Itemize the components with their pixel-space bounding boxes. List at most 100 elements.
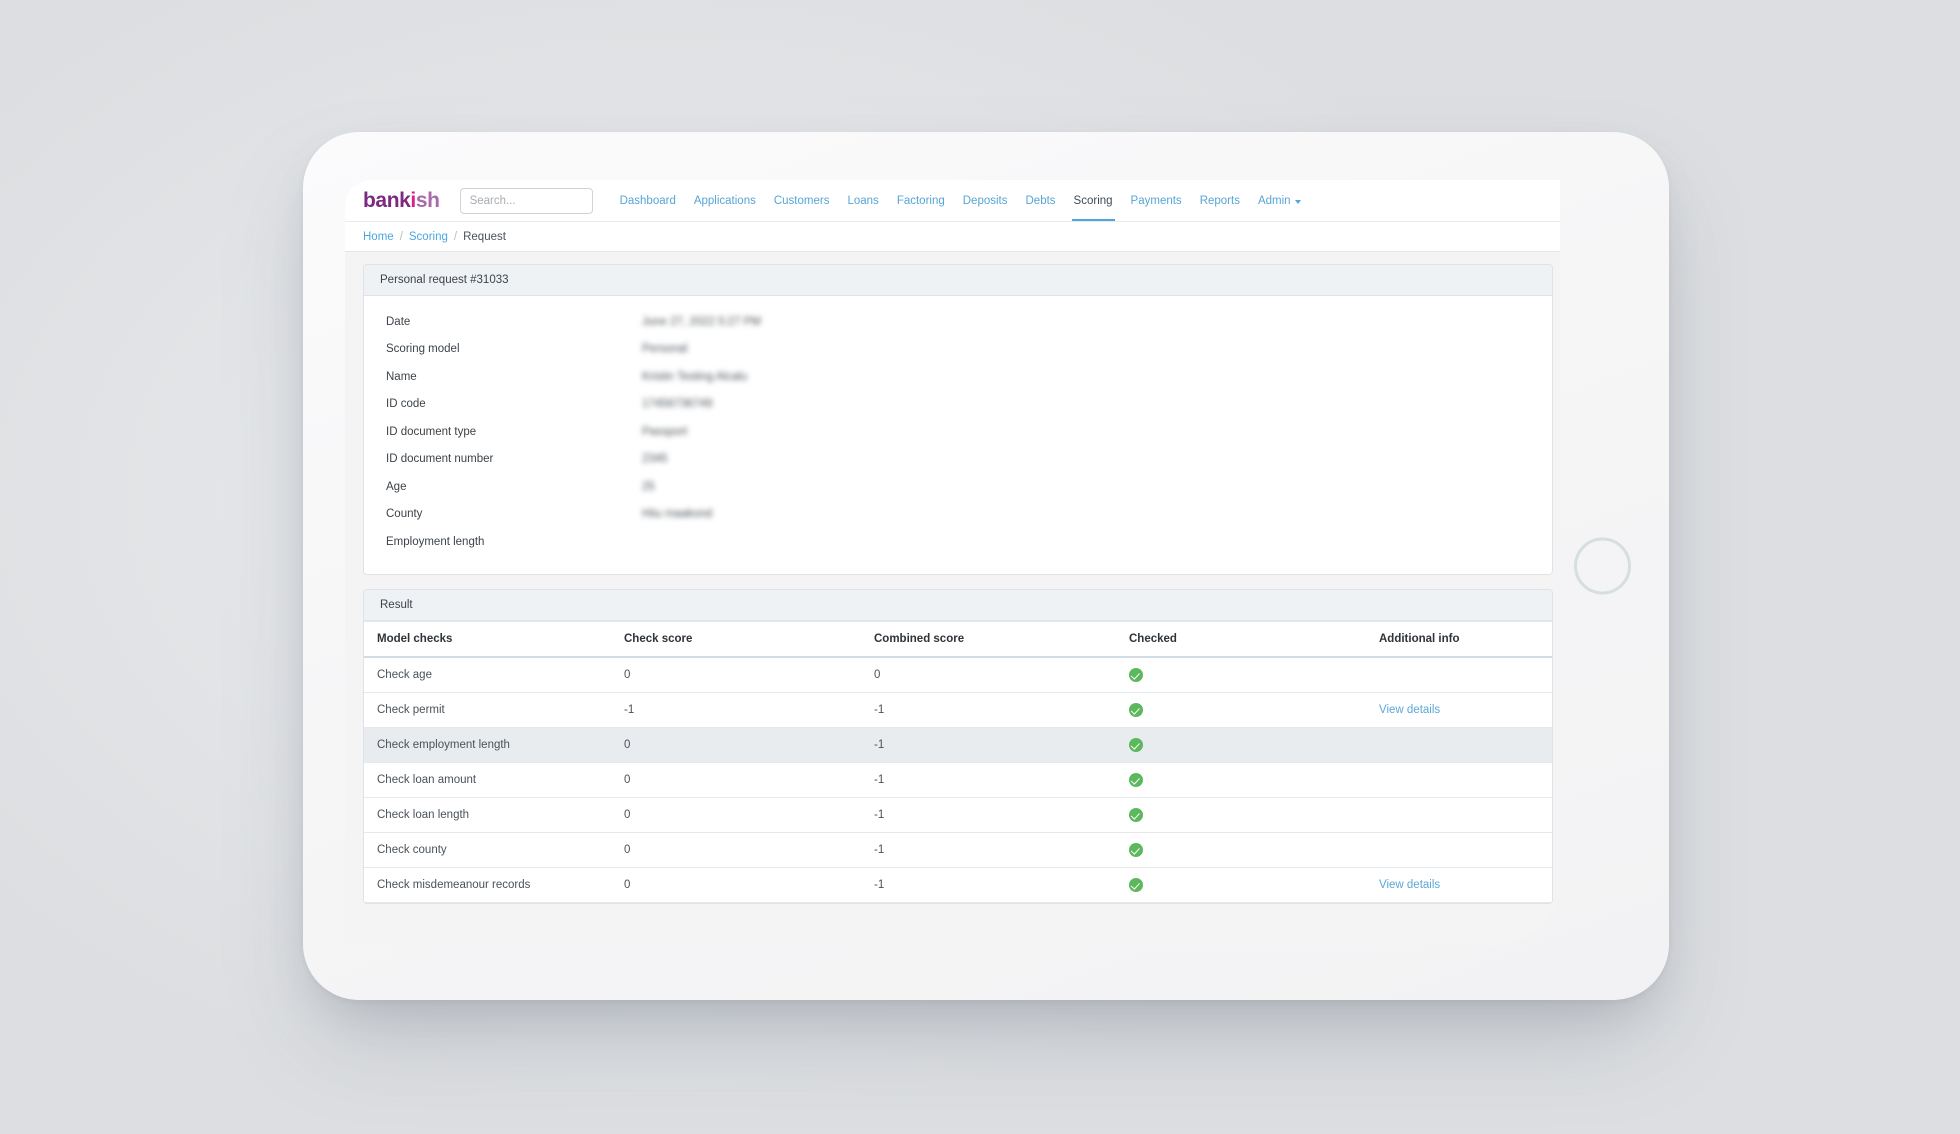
cell-combined-score: -1 [874, 832, 1129, 867]
cell-model-check: Check permit [364, 692, 624, 727]
nav-item-label: Reports [1200, 195, 1240, 207]
nav-item-debts[interactable]: Debts [1017, 180, 1065, 221]
brand-logo-sh: sh [416, 189, 440, 212]
cell-checked [1129, 727, 1379, 762]
cell-check-score: 0 [624, 762, 874, 797]
cell-additional-info [1379, 762, 1552, 797]
nav-item-label: Admin [1258, 195, 1291, 207]
primary-navigation: DashboardApplicationsCustomers Loans Facto… [611, 180, 1310, 221]
check-circle-icon [1129, 668, 1143, 682]
cell-additional-info: View details [1379, 867, 1552, 902]
detail-row: Age25 [364, 473, 1552, 501]
nav-item-deposits[interactable]: Deposits [954, 180, 1017, 221]
main-content: Personal request #31033 DateJune 27, 202… [345, 252, 1560, 944]
chevron-down-icon [1295, 200, 1301, 204]
nav-item-reports[interactable]: Reports [1191, 180, 1249, 221]
table-row[interactable]: Check county0-1 [364, 832, 1552, 867]
detail-label: Scoring model [386, 343, 642, 355]
column-header-combined-score: Combined score [874, 621, 1129, 657]
nav-item-customers[interactable]: Customers [765, 180, 839, 221]
top-navbar: bankish DashboardApplicationsCustomers Lo… [345, 180, 1560, 222]
nav-item-dashboard[interactable]: Dashboard [611, 180, 685, 221]
table-row[interactable]: Check loan amount0-1 [364, 762, 1552, 797]
nav-item-admin[interactable]: Admin [1249, 180, 1310, 221]
cell-combined-score: -1 [874, 797, 1129, 832]
cell-model-check: Check employment length [364, 727, 624, 762]
nav-item-loans[interactable]: Loans [838, 180, 887, 221]
table-row[interactable]: Check misdemeanour records0-1View detail… [364, 867, 1552, 902]
detail-label: Name [386, 371, 642, 383]
personal-request-details: DateJune 27, 2022 5:27 PMScoring modelPe… [364, 296, 1552, 574]
table-row[interactable]: Check employment length0-1 [364, 727, 1552, 762]
cell-additional-info [1379, 657, 1552, 693]
detail-row: ID document typePassport [364, 418, 1552, 446]
breadcrumb: Home / Scoring / Request [345, 222, 1560, 252]
cell-combined-score: -1 [874, 867, 1129, 902]
search-input[interactable] [460, 188, 593, 214]
breadcrumb-item-home[interactable]: Home [363, 231, 394, 243]
cell-check-score: 0 [624, 727, 874, 762]
view-details-link[interactable]: View details [1379, 704, 1440, 716]
check-circle-icon [1129, 738, 1143, 752]
result-table-wrapper: Model checks Check score Combined score … [364, 621, 1552, 903]
cell-checked [1129, 657, 1379, 693]
detail-label: Employment length [386, 536, 642, 548]
cell-additional-info: View details [1379, 692, 1552, 727]
detail-label: Date [386, 316, 642, 328]
cell-combined-score: -1 [874, 762, 1129, 797]
cell-combined-score: 0 [874, 657, 1129, 693]
brand-logo-bank: bank [363, 189, 410, 212]
detail-label: ID code [386, 398, 642, 410]
detail-label: ID document number [386, 453, 642, 465]
check-circle-icon [1129, 808, 1143, 822]
breadcrumb-item-scoring[interactable]: Scoring [409, 231, 448, 243]
nav-item-label: Debts [1026, 195, 1056, 207]
column-header-model-checks: Model checks [364, 621, 624, 657]
nav-item-payments[interactable]: Payments [1122, 180, 1191, 221]
cell-checked [1129, 692, 1379, 727]
cell-check-score: 0 [624, 797, 874, 832]
cell-model-check: Check age [364, 657, 624, 693]
check-circle-icon [1129, 773, 1143, 787]
detail-label: County [386, 508, 642, 520]
table-head: Model checks Check score Combined score … [364, 621, 1552, 657]
detail-value: 25 [642, 481, 655, 493]
detail-row: DateJune 27, 2022 5:27 PM [364, 308, 1552, 336]
nav-item-label: Loans [847, 195, 878, 207]
table-row[interactable]: Check age00 [364, 657, 1552, 693]
detail-value: Kristin Testing Alcalu [642, 371, 747, 383]
table-row[interactable]: Check permit-1-1View details [364, 692, 1552, 727]
detail-row: CountyHiiu maakond [364, 501, 1552, 529]
personal-request-card: Personal request #31033 DateJune 27, 202… [363, 264, 1553, 575]
cell-checked [1129, 762, 1379, 797]
detail-row: ID code17456736749 [364, 391, 1552, 419]
column-header-additional-info: Additional info [1379, 621, 1552, 657]
cell-additional-info [1379, 727, 1552, 762]
table-row[interactable]: Check loan length0-1 [364, 797, 1552, 832]
nav-item-label: Factoring [897, 195, 945, 207]
detail-row: NameKristin Testing Alcalu [364, 363, 1552, 391]
column-header-check-score: Check score [624, 621, 874, 657]
nav-item-scoring[interactable]: Scoring [1065, 180, 1122, 221]
detail-value: Passport [642, 426, 687, 438]
cell-check-score: 0 [624, 867, 874, 902]
breadcrumb-separator: / [400, 231, 403, 243]
nav-item-applications[interactable]: Applications [685, 180, 765, 221]
app-viewport: bankish DashboardApplicationsCustomers Lo… [345, 180, 1560, 945]
check-circle-icon [1129, 703, 1143, 717]
cell-check-score: 0 [624, 832, 874, 867]
cell-checked [1129, 832, 1379, 867]
column-header-checked: Checked [1129, 621, 1379, 657]
nav-item-factoring[interactable]: Factoring [888, 180, 954, 221]
table-header-row: Model checks Check score Combined score … [364, 621, 1552, 657]
detail-label: ID document type [386, 426, 642, 438]
cell-model-check: Check loan length [364, 797, 624, 832]
nav-item-label: Payments [1131, 195, 1182, 207]
breadcrumb-item-request: Request [463, 231, 506, 243]
cell-checked [1129, 867, 1379, 902]
detail-label: Age [386, 481, 642, 493]
brand-logo[interactable]: bankish [363, 190, 440, 211]
view-details-link[interactable]: View details [1379, 879, 1440, 891]
nav-item-label: Scoring [1074, 195, 1113, 207]
cell-check-score: 0 [624, 657, 874, 693]
